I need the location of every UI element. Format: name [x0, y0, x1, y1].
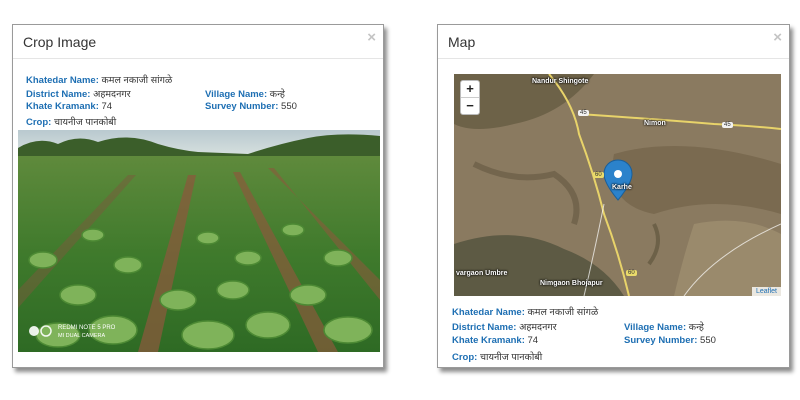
modal-header: Map ×: [438, 25, 789, 59]
khate-label: Khate Kramank:: [26, 101, 99, 112]
zoom-out-button[interactable]: −: [461, 98, 479, 114]
village-value: कन्हे: [269, 89, 285, 100]
zoom-control: + −: [460, 80, 480, 115]
village-label: Village Name:: [624, 322, 687, 333]
place-label-nandur: Nandur Shingote: [532, 78, 589, 85]
place-label-vargaon: vargaon Umbre: [456, 270, 508, 277]
village-row: Village Name: कन्हे: [205, 87, 285, 100]
district-label: District Name:: [452, 322, 517, 333]
road-shield: 60: [626, 270, 637, 276]
place-label-nimgaon: Nimgaon Bhojapur: [540, 280, 603, 287]
road-shield: 60: [593, 172, 604, 178]
camera-watermark-line2: MI DUAL CAMERA: [58, 333, 105, 339]
crop-label: Crop:: [452, 352, 478, 363]
place-label-karhe: Karhe: [612, 184, 632, 191]
crop-value: चायनीज पानकोबी: [53, 117, 117, 128]
survey-row: Survey Number: 550: [624, 335, 716, 346]
crop-photo: REDMI NOTE 5 PRO MI DUAL CAMERA: [18, 130, 380, 352]
survey-value: 550: [281, 101, 297, 112]
khatedar-row: Khatedar Name: कमल नकाजी सांगळे: [452, 305, 598, 318]
close-button[interactable]: ×: [773, 30, 782, 45]
survey-value: 550: [700, 335, 716, 346]
survey-row: Survey Number: 550: [205, 101, 297, 112]
crop-image-modal: Crop Image × Khatedar Name: कमल नकाजी सा…: [12, 24, 384, 368]
zoom-in-button[interactable]: +: [461, 81, 479, 98]
district-row: District Name: अहमदनगर: [26, 87, 131, 100]
district-value: अहमदनगर: [519, 322, 557, 333]
village-label: Village Name:: [205, 89, 268, 100]
khate-value: 74: [101, 101, 113, 112]
road-shield: 45: [722, 122, 733, 128]
close-button[interactable]: ×: [367, 30, 376, 45]
crop-row: Crop: चायनीज पानकोबी: [452, 350, 542, 363]
district-row: District Name: अहमदनगर: [452, 320, 557, 333]
modal-header: Crop Image ×: [13, 25, 383, 59]
khate-label: Khate Kramank:: [452, 335, 525, 346]
khatedar-label: Khatedar Name:: [26, 75, 99, 86]
modal-title: Crop Image: [23, 34, 97, 50]
khatedar-value: कमल नकाजी सांगळे: [101, 75, 173, 86]
crop-label: Crop:: [26, 117, 52, 128]
place-label-nimon: Nimon: [644, 120, 666, 127]
village-row: Village Name: कन्हे: [624, 320, 704, 333]
khatedar-label: Khatedar Name:: [452, 307, 525, 318]
district-value: अहमदनगर: [93, 89, 131, 100]
khate-row: Khate Kramank: 74: [26, 101, 112, 112]
khatedar-row: Khatedar Name: कमल नकाजी सांगळे: [26, 73, 172, 86]
crop-row: Crop: चायनीज पानकोबी: [26, 115, 116, 128]
district-label: District Name:: [26, 89, 91, 100]
khatedar-value: कमल नकाजी सांगळे: [527, 307, 599, 318]
modal-title: Map: [448, 34, 476, 50]
camera-watermark-line1: REDMI NOTE 5 PRO: [58, 325, 116, 331]
crop-value: चायनीज पानकोबी: [479, 352, 543, 363]
khate-value: 74: [527, 335, 539, 346]
satellite-map[interactable]: Nandur Shingote Nimon Karhe vargaon Umbr…: [454, 74, 781, 296]
road-shield: 45: [578, 110, 589, 116]
khate-row: Khate Kramank: 74: [452, 335, 538, 346]
survey-label: Survey Number:: [205, 101, 279, 112]
survey-label: Survey Number:: [624, 335, 698, 346]
village-value: कन्हे: [688, 322, 704, 333]
attribution-link[interactable]: Leaflet: [751, 287, 781, 296]
map-modal: Map × Nandur Shingote Nimon Karhe vargao…: [437, 24, 790, 368]
